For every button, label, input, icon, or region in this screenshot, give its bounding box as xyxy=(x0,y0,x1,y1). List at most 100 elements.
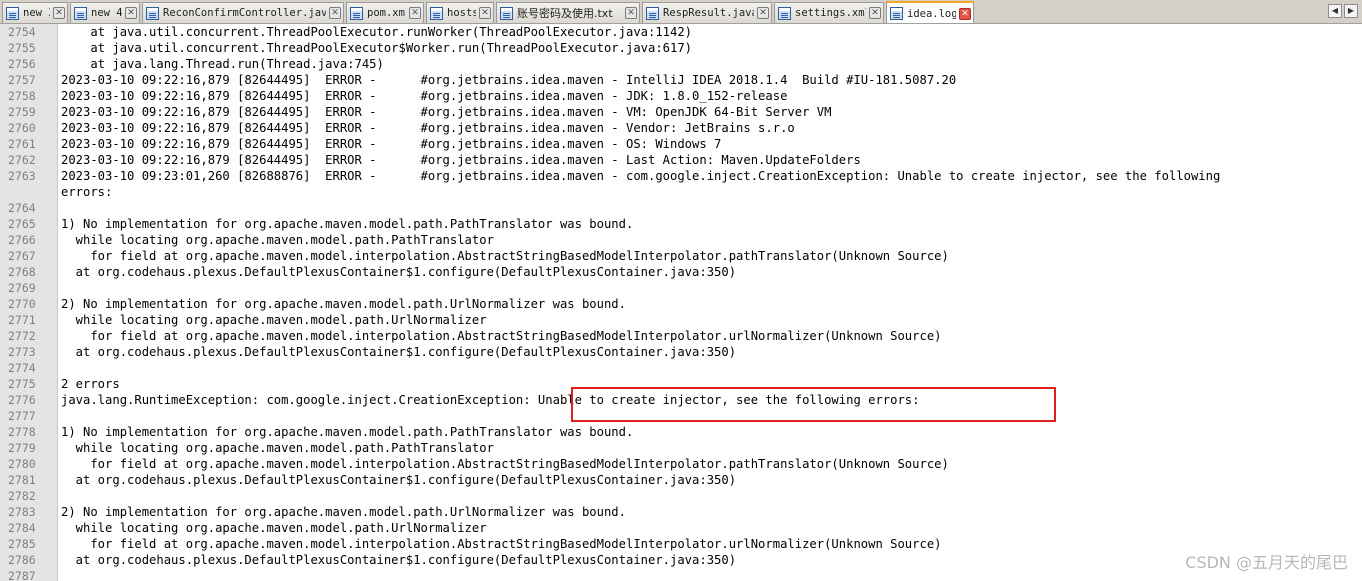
line-text: 2023-03-10 09:22:16,879 [82644495] ERROR… xyxy=(61,105,832,119)
editor-line[interactable]: 2769 xyxy=(0,280,1362,296)
editor-line[interactable]: 2772 for field at org.apache.maven.model… xyxy=(0,328,1362,344)
line-text: 2) No implementation for org.apache.mave… xyxy=(61,297,626,311)
line-number: 2776 xyxy=(8,393,36,407)
editor-lines: 2754 at java.util.concurrent.ThreadPoolE… xyxy=(0,24,1362,581)
file-icon xyxy=(430,6,443,20)
editor-line[interactable]: 2785 for field at org.apache.maven.model… xyxy=(0,536,1362,552)
line-text: 2 errors xyxy=(61,377,120,391)
line-text: 2023-03-10 09:23:01,260 [82688876] ERROR… xyxy=(61,169,1221,183)
tab-label: pom.xml xyxy=(367,7,406,19)
line-text: at org.codehaus.plexus.DefaultPlexusCont… xyxy=(61,265,737,279)
close-icon[interactable]: ✕ xyxy=(329,7,341,19)
chevron-left-icon[interactable]: ◀ xyxy=(1328,4,1342,18)
line-text: while locating org.apache.maven.model.pa… xyxy=(61,313,487,327)
editor-line[interactable]: 2777 xyxy=(0,408,1362,424)
editor-line[interactable]: 2763 2023-03-10 09:23:01,260 [82688876] E… xyxy=(0,168,1362,184)
line-number: 2759 xyxy=(8,105,36,119)
editor-line[interactable]: 2774 xyxy=(0,360,1362,376)
editor-line[interactable]: 2780 for field at org.apache.maven.model… xyxy=(0,456,1362,472)
editor-line[interactable]: 2781 at org.codehaus.plexus.DefaultPlexu… xyxy=(0,472,1362,488)
close-icon[interactable]: ✕ xyxy=(125,7,137,19)
line-text: 2023-03-10 09:22:16,879 [82644495] ERROR… xyxy=(61,73,957,87)
tab-idea-log[interactable]: idea.log ✕ xyxy=(886,1,974,23)
editor-line[interactable]: 2755 at java.util.concurrent.ThreadPoolE… xyxy=(0,40,1362,56)
tab-label: new 3 xyxy=(23,7,50,19)
editor[interactable]: 2754 at java.util.concurrent.ThreadPoolE… xyxy=(0,24,1362,581)
chevron-right-icon[interactable]: ▶ xyxy=(1344,4,1358,18)
editor-line[interactable]: errors: xyxy=(0,184,1362,200)
line-number: 2781 xyxy=(8,473,36,487)
line-text: 2023-03-10 09:22:16,879 [82644495] ERROR… xyxy=(61,121,795,135)
line-number: 2766 xyxy=(8,233,36,247)
editor-line[interactable]: 2762 2023-03-10 09:22:16,879 [82644495] E… xyxy=(0,152,1362,168)
editor-line[interactable]: 2782 xyxy=(0,488,1362,504)
editor-line[interactable]: 2778 1) No implementation for org.apache.… xyxy=(0,424,1362,440)
line-text: while locating org.apache.maven.model.pa… xyxy=(61,233,494,247)
file-icon xyxy=(74,6,87,20)
line-text: java.lang.RuntimeException: com.google.i… xyxy=(61,393,920,407)
line-number: 2783 xyxy=(8,505,36,519)
editor-line[interactable]: 2787 xyxy=(0,568,1362,581)
line-number: 2756 xyxy=(8,57,36,71)
line-text: 1) No implementation for org.apache.mave… xyxy=(61,217,634,231)
editor-line[interactable]: 2771 while locating org.apache.maven.mod… xyxy=(0,312,1362,328)
editor-line[interactable]: 2767 for field at org.apache.maven.model… xyxy=(0,248,1362,264)
tab-new-4[interactable]: new 4 ✕ xyxy=(70,2,140,23)
tab-reconconfirmcontroller-java[interactable]: ReconConfirmController.java ✕ xyxy=(142,2,344,23)
line-text: 2023-03-10 09:22:16,879 [82644495] ERROR… xyxy=(61,89,788,103)
tab-hosts[interactable]: hosts ✕ xyxy=(426,2,494,23)
line-text: at org.codehaus.plexus.DefaultPlexusCont… xyxy=(61,345,737,359)
editor-line[interactable]: 2779 while locating org.apache.maven.mod… xyxy=(0,440,1362,456)
editor-line[interactable]: 2770 2) No implementation for org.apache.… xyxy=(0,296,1362,312)
editor-line[interactable]: 2773 at org.codehaus.plexus.DefaultPlexu… xyxy=(0,344,1362,360)
line-number: 2761 xyxy=(8,137,36,151)
tab-label: idea.log xyxy=(907,7,956,20)
tab-pom-xml[interactable]: pom.xml ✕ xyxy=(346,2,424,23)
tab-label: new 4 xyxy=(91,7,122,19)
editor-line[interactable]: 2784 while locating org.apache.maven.mod… xyxy=(0,520,1362,536)
editor-line[interactable]: 2775 2 errors xyxy=(0,376,1362,392)
tab-new-3[interactable]: new 3 ✕ xyxy=(2,2,68,23)
editor-line[interactable]: 2761 2023-03-10 09:22:16,879 [82644495] E… xyxy=(0,136,1362,152)
tab-settings-xml[interactable]: settings.xml ✕ xyxy=(774,2,884,23)
line-text: while locating org.apache.maven.model.pa… xyxy=(61,441,494,455)
close-icon[interactable]: ✕ xyxy=(869,7,881,19)
editor-line[interactable]: 2757 2023-03-10 09:22:16,879 [82644495] E… xyxy=(0,72,1362,88)
editor-line[interactable]: 2760 2023-03-10 09:22:16,879 [82644495] E… xyxy=(0,120,1362,136)
editor-line[interactable]: 2764 xyxy=(0,200,1362,216)
tab-label: RespResult.java xyxy=(663,7,754,19)
line-number: 2764 xyxy=(8,201,36,215)
close-icon[interactable]: ✕ xyxy=(757,7,769,19)
tab-account-passwords-txt[interactable]: 账号密码及使用.txt ✕ xyxy=(496,2,640,23)
line-text: 2023-03-10 09:22:16,879 [82644495] ERROR… xyxy=(61,153,861,167)
tab-label: settings.xml xyxy=(795,7,866,19)
line-number: 2780 xyxy=(8,457,36,471)
line-number: 2782 xyxy=(8,489,36,503)
line-number: 2784 xyxy=(8,521,36,535)
close-icon[interactable]: ✕ xyxy=(409,7,421,19)
editor-line[interactable]: 2765 1) No implementation for org.apache.… xyxy=(0,216,1362,232)
editor-line[interactable]: 2768 at org.codehaus.plexus.DefaultPlexu… xyxy=(0,264,1362,280)
close-icon[interactable]: ✕ xyxy=(479,7,491,19)
file-icon xyxy=(646,6,659,20)
editor-line[interactable]: 2766 while locating org.apache.maven.mod… xyxy=(0,232,1362,248)
editor-line[interactable]: 2754 at java.util.concurrent.ThreadPoolE… xyxy=(0,24,1362,40)
line-text: 1) No implementation for org.apache.mave… xyxy=(61,425,634,439)
line-number: 2777 xyxy=(8,409,36,423)
line-number: 2758 xyxy=(8,89,36,103)
close-icon[interactable]: ✕ xyxy=(625,7,637,19)
file-icon xyxy=(6,6,19,20)
close-icon[interactable]: ✕ xyxy=(959,7,971,20)
editor-line[interactable]: 2756 at java.lang.Thread.run(Thread.java… xyxy=(0,56,1362,72)
file-icon xyxy=(500,6,513,20)
tab-respresult-java[interactable]: RespResult.java ✕ xyxy=(642,2,772,23)
line-number: 2755 xyxy=(8,41,36,55)
editor-line[interactable]: 2786 at org.codehaus.plexus.DefaultPlexu… xyxy=(0,552,1362,568)
editor-line[interactable]: 2783 2) No implementation for org.apache.… xyxy=(0,504,1362,520)
close-icon[interactable]: ✕ xyxy=(53,7,65,19)
tab-bar: new 3 ✕ new 4 ✕ ReconConfirmController.j… xyxy=(0,0,1362,24)
editor-line[interactable]: 2758 2023-03-10 09:22:16,879 [82644495] E… xyxy=(0,88,1362,104)
editor-line[interactable]: 2776 java.lang.RuntimeException: com.goog… xyxy=(0,392,1362,408)
editor-line[interactable]: 2759 2023-03-10 09:22:16,879 [82644495] E… xyxy=(0,104,1362,120)
tab-scroll-controls: ◀ ▶ xyxy=(1328,4,1358,18)
